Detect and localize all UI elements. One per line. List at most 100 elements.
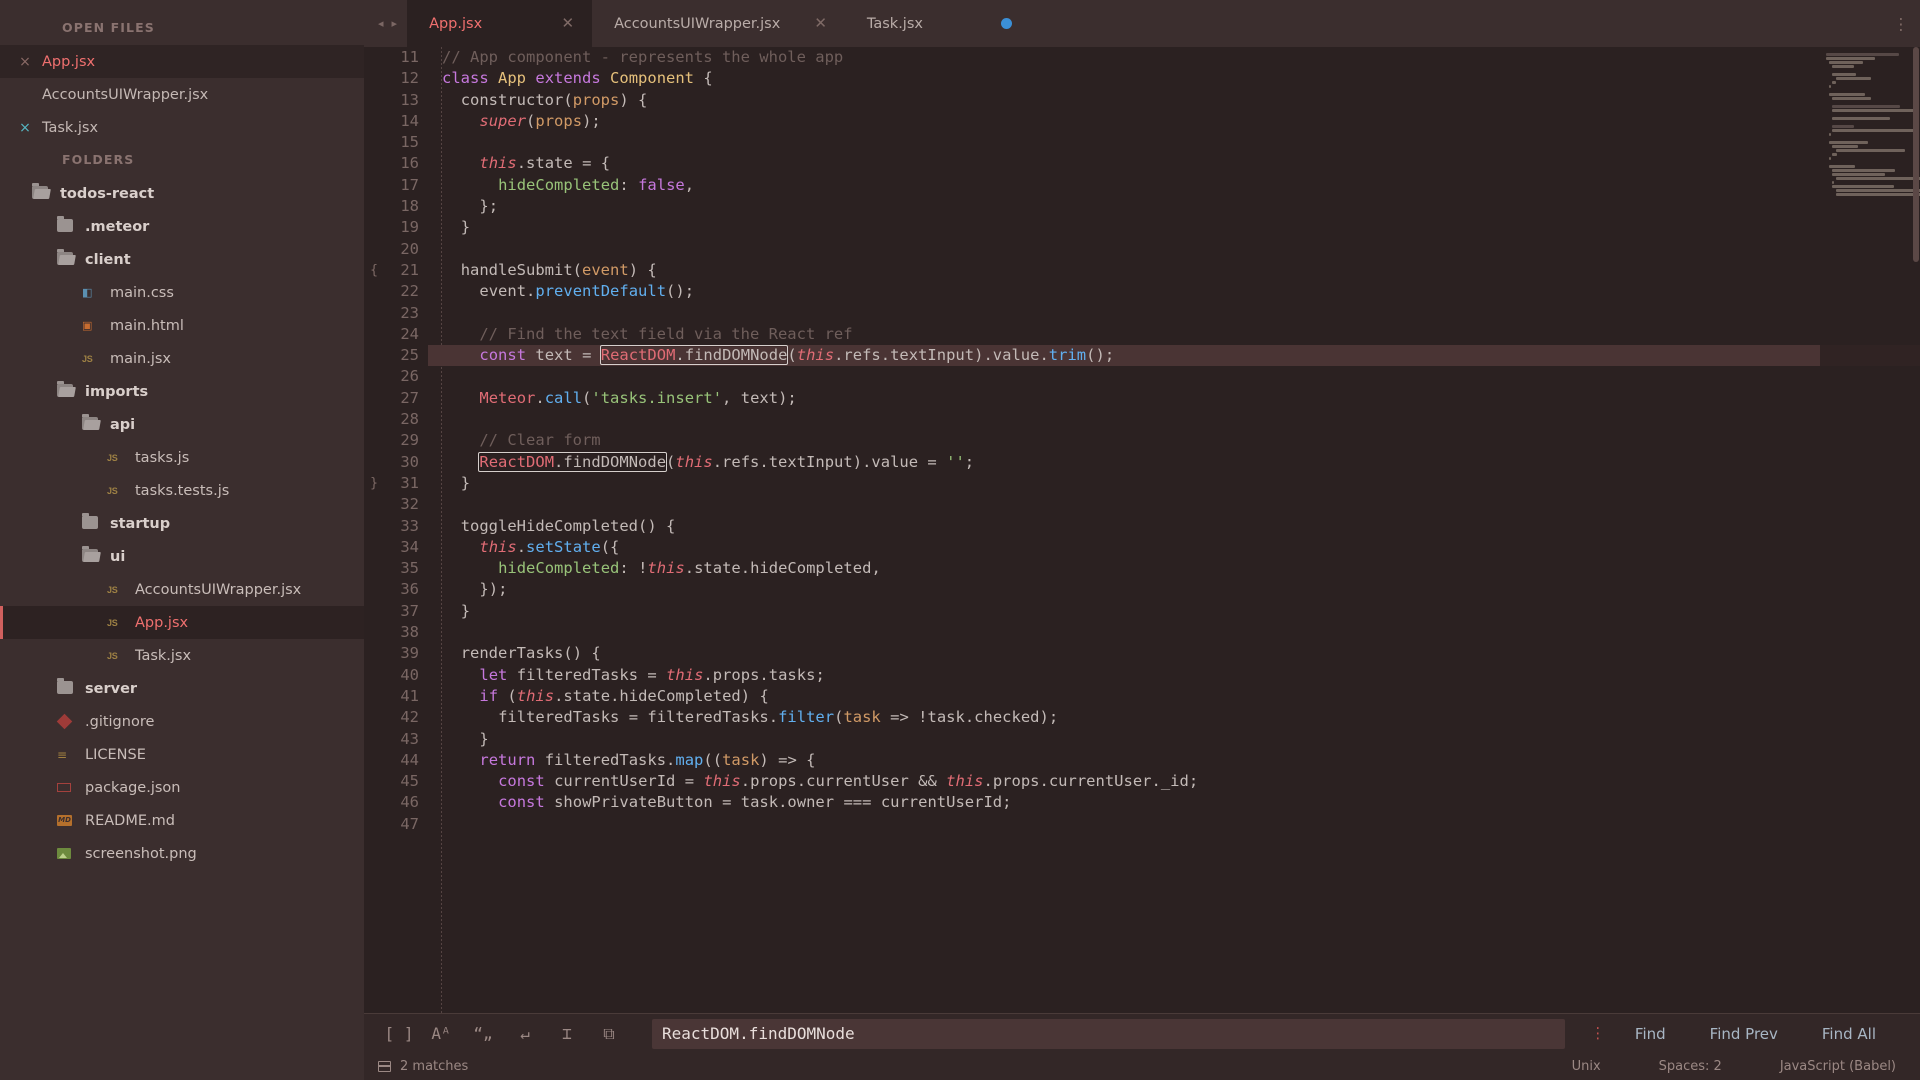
- tree-folder-row[interactable]: startup: [0, 507, 364, 540]
- editor-tab[interactable]: AccountsUIWrapper.jsx ✕: [592, 0, 845, 47]
- code-line[interactable]: }: [442, 729, 1920, 750]
- find-button-find-all[interactable]: Find All: [1800, 1025, 1898, 1043]
- fold-marker[interactable]: [364, 707, 380, 728]
- code-line[interactable]: }: [442, 217, 1920, 238]
- tree-file-row[interactable]: ◧ main.css: [0, 276, 364, 309]
- code-line[interactable]: }: [442, 601, 1920, 622]
- code-line[interactable]: return filteredTasks.map((task) => {: [442, 750, 1920, 771]
- code-line[interactable]: // App component - represents the whole …: [442, 47, 1920, 68]
- code-line[interactable]: [442, 622, 1920, 643]
- find-and-replace-panel[interactable]: [ ]Aᴬ“„↵⌶⧉ ⋮ FindFind PrevFind All 2 mat…: [364, 1013, 1920, 1080]
- status-right-group[interactable]: Unix Spaces: 2 JavaScript (Babel): [1572, 1059, 1896, 1074]
- fold-marker[interactable]: [364, 622, 380, 643]
- tree-file-row[interactable]: ▣ main.html: [0, 309, 364, 342]
- open-file-row[interactable]: × App.jsx: [0, 45, 364, 78]
- open-files-list[interactable]: × App.jsx AccountsUIWrapper.jsx × Task.jsx: [0, 45, 364, 144]
- fold-marker[interactable]: [364, 814, 380, 835]
- find-button-find-prev[interactable]: Find Prev: [1688, 1025, 1800, 1043]
- scrollbar-thumb[interactable]: [1913, 47, 1919, 262]
- code-line[interactable]: if (this.state.hideCompleted) {: [442, 686, 1920, 707]
- close-file-icon[interactable]: ×: [12, 120, 38, 136]
- tree-file-row[interactable]: package.json: [0, 771, 364, 804]
- fold-marker[interactable]: {: [364, 260, 380, 281]
- code-line[interactable]: });: [442, 579, 1920, 600]
- code-line[interactable]: }: [442, 473, 1920, 494]
- fold-marker[interactable]: [364, 388, 380, 409]
- fold-marker[interactable]: [364, 132, 380, 153]
- whole-word-icon[interactable]: “„: [462, 1019, 504, 1049]
- find-buttons[interactable]: Find Find Prev Find All: [1613, 1025, 1898, 1043]
- tab-options-icon[interactable]: ⋮: [1893, 14, 1910, 33]
- fold-marker[interactable]: [364, 196, 380, 217]
- tab-bar[interactable]: ◂ ▸ App.jsx ✕ AccountsUIWrapper.jsx ✕ Task.j…: [364, 0, 1920, 47]
- code-line[interactable]: filteredTasks = filteredTasks.filter(tas…: [442, 707, 1920, 728]
- code-line[interactable]: Meteor.call('tasks.insert', text);: [442, 388, 1920, 409]
- indentation-status[interactable]: Spaces: 2: [1659, 1059, 1722, 1074]
- code-line[interactable]: [442, 132, 1920, 153]
- tab-next-arrow[interactable]: ▸: [392, 17, 398, 30]
- fold-marker[interactable]: [364, 175, 380, 196]
- fold-marker[interactable]: [364, 643, 380, 664]
- fold-marker[interactable]: [364, 494, 380, 515]
- fold-marker[interactable]: [364, 239, 380, 260]
- file-tree-sidebar[interactable]: OPEN FILES × App.jsx AccountsUIWrapper.jsx…: [0, 0, 364, 1080]
- code-line[interactable]: const text = ReactDOM.findDOMNode(this.r…: [428, 345, 1920, 367]
- tree-file-row[interactable]: JS Task.jsx: [0, 639, 364, 672]
- fold-marker[interactable]: [364, 665, 380, 686]
- tabs-holder[interactable]: App.jsx ✕ AccountsUIWrapper.jsx ✕ Task.jsx: [407, 0, 1030, 47]
- code-line[interactable]: [442, 366, 1920, 387]
- code-line[interactable]: constructor(props) {: [442, 90, 1920, 111]
- tree-file-row[interactable]: JS tasks.tests.js: [0, 474, 364, 507]
- fold-marker[interactable]: [364, 281, 380, 302]
- tree-file-row[interactable]: JS tasks.js: [0, 441, 364, 474]
- find-row[interactable]: [ ]Aᴬ“„↵⌶⧉ ⋮ FindFind PrevFind All: [364, 1014, 1920, 1053]
- fold-marker[interactable]: [364, 452, 380, 473]
- line-ending-status[interactable]: Unix: [1572, 1059, 1601, 1074]
- multi-file-icon[interactable]: ⧉: [588, 1019, 630, 1049]
- code-line[interactable]: // Find the text field via the React ref: [442, 324, 1920, 345]
- fold-marker[interactable]: [364, 409, 380, 430]
- find-options-kebab-icon[interactable]: ⋮: [1583, 1026, 1613, 1041]
- code-line[interactable]: this.state = {: [442, 153, 1920, 174]
- code-line[interactable]: };: [442, 196, 1920, 217]
- tab-close-icon[interactable]: ✕: [814, 16, 827, 31]
- code-line[interactable]: hideCompleted: false,: [442, 175, 1920, 196]
- fold-marker[interactable]: [364, 217, 380, 238]
- fold-marker[interactable]: [364, 68, 380, 89]
- grammar-status[interactable]: JavaScript (Babel): [1780, 1059, 1896, 1074]
- code-line[interactable]: renderTasks() {: [442, 643, 1920, 664]
- code-content[interactable]: // App component - represents the whole …: [428, 47, 1920, 1013]
- fold-marker[interactable]: [364, 111, 380, 132]
- project-tree[interactable]: todos-react .meteor client ◧ main.css ▣ main.h…: [0, 177, 364, 870]
- tree-file-row[interactable]: .gitignore: [0, 705, 364, 738]
- tree-file-row[interactable]: ≡ LICENSE: [0, 738, 364, 771]
- tab-modified-dot-icon[interactable]: [1000, 18, 1012, 29]
- editor-tab[interactable]: App.jsx ✕: [407, 0, 593, 47]
- tree-folder-row[interactable]: .meteor: [0, 210, 364, 243]
- tab-prev-arrow[interactable]: ◂: [378, 17, 384, 30]
- fold-marker[interactable]: [364, 750, 380, 771]
- code-line[interactable]: let filteredTasks = this.props.tasks;: [442, 665, 1920, 686]
- fold-marker[interactable]: [364, 303, 380, 324]
- code-line[interactable]: // Clear form: [442, 430, 1920, 451]
- tab-close-icon[interactable]: ✕: [561, 16, 574, 31]
- code-line[interactable]: [442, 409, 1920, 430]
- fold-marker[interactable]: [364, 324, 380, 345]
- fold-marker[interactable]: [364, 579, 380, 600]
- tree-folder-row[interactable]: todos-react: [0, 177, 364, 210]
- in-selection-icon[interactable]: ↵: [504, 1019, 546, 1049]
- fold-marker[interactable]: [364, 345, 380, 366]
- code-line[interactable]: event.preventDefault();: [442, 281, 1920, 302]
- code-line[interactable]: [442, 239, 1920, 260]
- fold-marker[interactable]: [364, 366, 380, 387]
- tree-file-row[interactable]: JS main.jsx: [0, 342, 364, 375]
- fold-marker[interactable]: [364, 771, 380, 792]
- fold-marker[interactable]: [364, 558, 380, 579]
- vertical-scrollbar[interactable]: [1912, 47, 1920, 1013]
- fold-marker[interactable]: [364, 729, 380, 750]
- find-options[interactable]: [ ] Aᴬ “„ ↵ ⌶ ⧉: [378, 1019, 630, 1049]
- fold-marker[interactable]: [364, 90, 380, 111]
- fold-marker[interactable]: }: [364, 473, 380, 494]
- cursor-icon[interactable]: ⌶: [546, 1019, 588, 1049]
- fold-marker[interactable]: [364, 601, 380, 622]
